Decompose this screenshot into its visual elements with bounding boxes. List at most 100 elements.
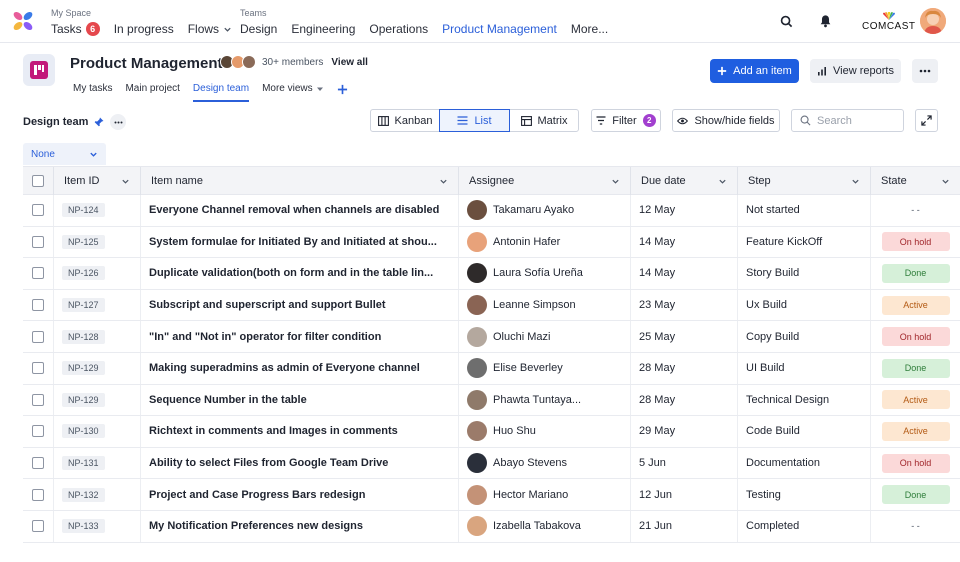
step-cell[interactable]: Testing <box>738 479 871 510</box>
nav-item-tasks[interactable]: Tasks 6 <box>51 22 100 36</box>
item-id-chip[interactable]: NP-132 <box>62 487 105 502</box>
row-checkbox[interactable] <box>32 235 44 248</box>
due-date-cell[interactable]: 23 May <box>631 289 738 321</box>
due-date-cell[interactable]: 12 May <box>631 195 738 226</box>
due-date-cell[interactable]: 25 May <box>631 321 738 352</box>
tab-more-views[interactable]: More views <box>262 79 324 99</box>
step-cell[interactable]: Technical Design <box>738 384 871 416</box>
item-id-chip[interactable]: NP-131 <box>62 456 105 471</box>
state-cell[interactable]: Active <box>871 385 960 416</box>
view-list-button[interactable]: List <box>439 109 510 132</box>
group-by-dropdown[interactable]: None <box>23 143 106 165</box>
item-name[interactable]: Duplicate validation(both on form and in… <box>149 267 433 279</box>
due-date-cell[interactable]: 5 Jun <box>631 447 738 479</box>
due-date-cell[interactable]: 14 May <box>631 258 738 289</box>
row-checkbox[interactable] <box>32 457 44 470</box>
item-name[interactable]: Ability to select Files from Google Team… <box>149 457 388 469</box>
due-date-cell[interactable]: 28 May <box>631 384 738 416</box>
table-row[interactable]: NP-129 Sequence Number in the table Phawta… <box>23 384 960 417</box>
table-row[interactable]: NP-127 Subscript and superscript and supp… <box>23 289 960 322</box>
row-checkbox[interactable] <box>32 299 44 312</box>
item-id-chip[interactable]: NP-129 <box>62 392 105 407</box>
item-id-chip[interactable]: NP-128 <box>62 329 105 344</box>
assignee-cell[interactable]: Phawta Tuntaya... <box>459 384 631 416</box>
item-id-chip[interactable]: NP-129 <box>62 361 105 376</box>
item-name[interactable]: Subscript and superscript and support Bu… <box>149 299 386 311</box>
step-cell[interactable]: Documentation <box>738 447 871 479</box>
assignee-cell[interactable]: Leanne Simpson <box>459 289 631 321</box>
view-group-menu-button[interactable] <box>110 114 127 130</box>
step-cell[interactable]: Copy Build <box>738 321 871 352</box>
show-hide-fields-button[interactable]: Show/hide fields <box>672 109 780 132</box>
state-cell[interactable]: - - <box>871 511 960 542</box>
state-cell[interactable]: Done <box>871 258 960 289</box>
tab-my-tasks[interactable]: My tasks <box>73 79 112 99</box>
assignee-cell[interactable]: Oluchi Mazi <box>459 321 631 352</box>
due-date-cell[interactable]: 21 Jun <box>631 510 738 542</box>
view-matrix-button[interactable]: Matrix <box>509 109 579 132</box>
step-cell[interactable]: UI Build <box>738 352 871 384</box>
state-cell[interactable]: On hold <box>871 227 960 258</box>
view-reports-button[interactable]: View reports <box>810 59 901 83</box>
nav-item-design[interactable]: Design <box>240 22 277 36</box>
step-cell[interactable]: Ux Build <box>738 289 871 321</box>
nav-item-in-progress[interactable]: In progress <box>114 22 174 36</box>
assignee-cell[interactable]: Abayo Stevens <box>459 447 631 479</box>
nav-item-more[interactable]: More... <box>571 22 608 36</box>
item-name-cell[interactable]: "In" and "Not in" operator for filter co… <box>141 321 459 352</box>
row-checkbox[interactable] <box>32 267 44 280</box>
step-cell[interactable]: Story Build <box>738 258 871 289</box>
search-field[interactable] <box>791 109 904 132</box>
item-name[interactable]: Project and Case Progress Bars redesign <box>149 489 365 501</box>
item-id-chip[interactable]: NP-130 <box>62 424 105 439</box>
table-row[interactable]: NP-130 Richtext in comments and Images in… <box>23 416 960 448</box>
row-checkbox[interactable] <box>32 488 44 501</box>
item-name[interactable]: Sequence Number in the table <box>149 394 307 406</box>
table-row[interactable]: NP-133 My Notification Preferences new de… <box>23 510 960 543</box>
item-id-chip[interactable]: NP-125 <box>62 234 105 249</box>
item-name-cell[interactable]: Everyone Channel removal when channels a… <box>141 195 459 226</box>
item-id-chip[interactable]: NP-124 <box>62 203 105 218</box>
item-name-cell[interactable]: Ability to select Files from Google Team… <box>141 447 459 479</box>
item-name[interactable]: Richtext in comments and Images in comme… <box>149 425 398 437</box>
state-cell[interactable]: Active <box>871 290 960 321</box>
user-avatar[interactable] <box>920 8 946 34</box>
state-cell[interactable]: Done <box>871 479 960 510</box>
item-name[interactable]: Making superadmins as admin of Everyone … <box>149 362 420 374</box>
expand-button[interactable] <box>915 109 938 132</box>
item-name-cell[interactable]: System formulae for Initiated By and Ini… <box>141 226 459 258</box>
assignee-cell[interactable]: Huo Shu <box>459 416 631 447</box>
item-id-chip[interactable]: NP-126 <box>62 266 105 281</box>
table-row[interactable]: NP-129 Making superadmins as admin of Eve… <box>23 352 960 385</box>
table-row[interactable]: NP-132 Project and Case Progress Bars red… <box>23 479 960 511</box>
item-name[interactable]: System formulae for Initiated By and Ini… <box>149 236 437 248</box>
step-cell[interactable]: Feature KickOff <box>738 226 871 258</box>
column-header-assignee[interactable]: Assignee <box>459 167 631 195</box>
select-all-checkbox[interactable] <box>32 175 44 187</box>
item-name-cell[interactable]: Richtext in comments and Images in comme… <box>141 416 459 447</box>
filter-button[interactable]: Filter 2 <box>591 109 661 132</box>
item-name-cell[interactable]: Project and Case Progress Bars redesign <box>141 479 459 510</box>
column-header-due-date[interactable]: Due date <box>631 167 738 195</box>
item-name-cell[interactable]: Making superadmins as admin of Everyone … <box>141 352 459 384</box>
column-header-state[interactable]: State <box>871 167 960 195</box>
column-header-item-name[interactable]: Item name <box>141 167 459 195</box>
state-cell[interactable]: Done <box>871 353 960 384</box>
state-cell[interactable]: Active <box>871 416 960 447</box>
notifications-button[interactable] <box>812 8 838 34</box>
add-item-button[interactable]: Add an item <box>710 59 799 83</box>
nav-item-product-management[interactable]: Product Management <box>442 22 557 36</box>
assignee-cell[interactable]: Takamaru Ayako <box>459 195 631 226</box>
item-id-chip[interactable]: NP-127 <box>62 298 105 313</box>
item-name-cell[interactable]: Duplicate validation(both on form and in… <box>141 258 459 289</box>
nav-item-flows[interactable]: Flows <box>188 22 232 36</box>
state-cell[interactable]: - - <box>871 195 960 226</box>
assignee-cell[interactable]: Izabella Tabakova <box>459 510 631 542</box>
view-kanban-button[interactable]: Kanban <box>370 109 440 132</box>
state-cell[interactable]: On hold <box>871 448 960 479</box>
row-checkbox[interactable] <box>32 330 44 343</box>
due-date-cell[interactable]: 14 May <box>631 226 738 258</box>
due-date-cell[interactable]: 28 May <box>631 352 738 384</box>
more-options-button[interactable] <box>912 59 938 83</box>
state-cell[interactable]: On hold <box>871 321 960 352</box>
